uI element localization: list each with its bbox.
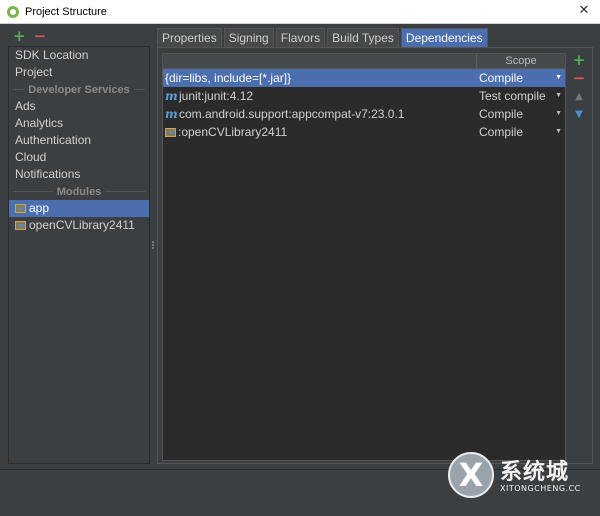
sidebar-item-notifications[interactable]: Notifications xyxy=(9,166,149,183)
section-developer-services: Developer Services xyxy=(9,81,149,98)
dependency-cell: mcom.android.support:appcompat-v7:23.0.1 xyxy=(163,105,477,123)
sidebar-item-cloud[interactable]: Cloud xyxy=(9,149,149,166)
structure-list: SDK Location Project Developer Services … xyxy=(8,46,150,464)
dependency-name: com.android.support:appcompat-v7:23.0.1 xyxy=(179,107,405,121)
divider xyxy=(105,191,145,192)
table-row[interactable]: mjunit:junit:4.12 Test compile ▼ xyxy=(163,87,565,105)
dependency-name: :openCVLibrary2411 xyxy=(178,125,288,139)
android-studio-icon xyxy=(7,5,19,18)
dependencies-table: Scope {dir=libs, include=[*.jar]} Compil… xyxy=(162,53,566,461)
section-label: Modules xyxy=(56,185,102,198)
scope-value: Compile xyxy=(479,125,524,139)
divider xyxy=(13,191,53,192)
dependency-name: {dir=libs, include=[*.jar]} xyxy=(165,71,292,85)
sidebar-item-opencvlibrary2411[interactable]: openCVLibrary2411 xyxy=(9,217,149,234)
watermark-x-icon: X xyxy=(448,452,494,498)
maven-library-icon: m xyxy=(165,89,178,103)
sidebar-item-project[interactable]: Project xyxy=(9,64,149,81)
dependency-cell: :openCVLibrary2411 xyxy=(163,123,477,141)
module-folder-icon xyxy=(15,221,26,230)
watermark-subtext: XITONGCHENG.CC xyxy=(500,484,581,493)
sidebar-item-analytics[interactable]: Analytics xyxy=(9,115,149,132)
section-modules: Modules xyxy=(9,183,149,200)
scope-value: Test compile xyxy=(479,89,546,103)
dependency-name: junit:junit:4.12 xyxy=(179,89,254,103)
remove-dependency-icon[interactable]: − xyxy=(572,71,586,86)
tab-flavors[interactable]: Flavors xyxy=(275,28,326,47)
table-header: Scope xyxy=(163,54,565,69)
left-panel: + − SDK Location Project Developer Servi… xyxy=(8,28,150,464)
column-header-scope[interactable]: Scope xyxy=(477,54,565,68)
move-up-icon[interactable]: ▲ xyxy=(572,89,586,104)
section-label: Developer Services xyxy=(28,83,130,96)
tab-build-types[interactable]: Build Types xyxy=(327,28,399,47)
move-down-icon[interactable]: ▼ xyxy=(572,107,586,122)
dependency-cell: mjunit:junit:4.12 xyxy=(163,87,477,105)
chevron-down-icon[interactable]: ▼ xyxy=(555,87,562,105)
scope-dropdown[interactable]: Compile ▼ xyxy=(477,105,565,123)
table-row[interactable]: {dir=libs, include=[*.jar]} Compile ▼ xyxy=(163,69,565,87)
watermark-logo: X 系统城 XITONGCHENG.CC xyxy=(448,448,596,504)
add-dependency-icon[interactable]: + xyxy=(572,53,586,68)
chevron-down-icon[interactable]: ▼ xyxy=(555,123,562,141)
dependencies-panel: Scope {dir=libs, include=[*.jar]} Compil… xyxy=(157,47,593,464)
scope-dropdown[interactable]: Test compile ▼ xyxy=(477,87,565,105)
column-header-name[interactable] xyxy=(163,54,477,68)
add-icon[interactable]: + xyxy=(13,29,26,44)
sidebar-item-ads[interactable]: Ads xyxy=(9,98,149,115)
chevron-down-icon[interactable]: ▼ xyxy=(555,105,562,123)
module-folder-icon xyxy=(165,128,176,137)
tab-signing[interactable]: Signing xyxy=(223,28,274,47)
dependency-toolbar: + − ▲ ▼ xyxy=(570,53,588,122)
sidebar-item-app[interactable]: app xyxy=(9,200,149,217)
divider xyxy=(13,89,25,90)
scope-value: Compile xyxy=(479,71,524,85)
left-toolbar: + − xyxy=(8,28,150,44)
watermark-text: 系统城 xyxy=(500,460,570,485)
scope-value: Compile xyxy=(479,107,524,121)
table-row[interactable]: mcom.android.support:appcompat-v7:23.0.1… xyxy=(163,105,565,123)
chevron-down-icon[interactable]: ▼ xyxy=(555,69,562,87)
sidebar-item-label: app xyxy=(29,201,50,215)
window-title: Project Structure xyxy=(25,5,107,18)
sidebar-item-authentication[interactable]: Authentication xyxy=(9,132,149,149)
remove-icon[interactable]: − xyxy=(34,29,47,44)
tab-dependencies[interactable]: Dependencies xyxy=(400,28,488,47)
window-title-bar: Project Structure ✕ xyxy=(0,0,600,24)
table-row[interactable]: :openCVLibrary2411 Compile ▼ xyxy=(163,123,565,141)
tab-bar: Properties Signing Flavors Build Types D… xyxy=(157,28,593,47)
scope-dropdown[interactable]: Compile ▼ xyxy=(477,69,565,87)
divider xyxy=(133,89,146,90)
sidebar-item-label: openCVLibrary2411 xyxy=(29,218,135,232)
sidebar-item-sdk-location[interactable]: SDK Location xyxy=(9,47,149,64)
splitter-handle[interactable] xyxy=(151,240,155,252)
maven-library-icon: m xyxy=(165,107,178,121)
module-folder-icon xyxy=(15,204,26,213)
tab-properties[interactable]: Properties xyxy=(157,28,222,47)
right-panel: Properties Signing Flavors Build Types D… xyxy=(157,28,593,464)
scope-dropdown[interactable]: Compile ▼ xyxy=(477,123,565,141)
close-icon[interactable]: ✕ xyxy=(576,3,592,19)
